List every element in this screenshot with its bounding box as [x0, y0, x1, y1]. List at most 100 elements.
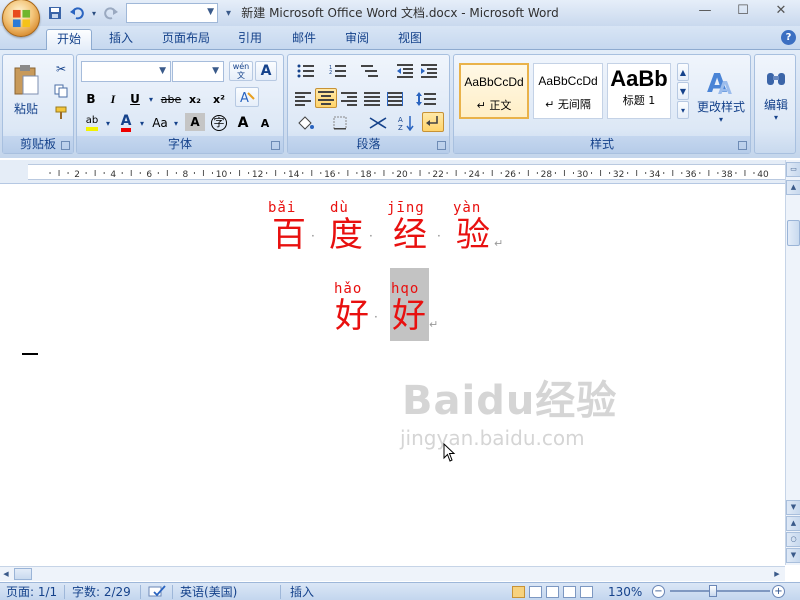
highlight-dropdown-icon[interactable]: ▾ [104, 113, 112, 133]
font-name-combo[interactable]: ▼ [81, 61, 171, 82]
paste-button[interactable]: 粘贴 [7, 59, 45, 121]
shading-button[interactable] [292, 113, 320, 133]
align-left-button[interactable] [292, 89, 314, 109]
tab-mailings[interactable]: 邮件 [282, 29, 326, 50]
tab-view[interactable]: 视图 [388, 29, 432, 50]
subscript-button[interactable]: x₂ [185, 89, 205, 109]
next-page-icon[interactable]: ▼ [786, 548, 800, 563]
sort-button[interactable]: AZ [396, 113, 418, 133]
cut-icon[interactable]: ✂ [51, 59, 71, 79]
style-normal[interactable]: AaBbCcDd ↵ 正文 [459, 63, 529, 119]
tab-page-layout[interactable]: 页面布局 [152, 29, 220, 50]
highlight-button[interactable]: ab [81, 113, 103, 133]
ruler-toggle-icon[interactable]: ▭ [786, 162, 800, 177]
numbering-button[interactable]: 12 [324, 61, 352, 81]
multilevel-list-button[interactable] [356, 61, 384, 81]
line-spacing-button[interactable] [412, 89, 440, 109]
style-no-spacing[interactable]: AaBbCcDd ↵ 无间隔 [533, 63, 603, 119]
zoom-slider-thumb[interactable] [709, 585, 717, 597]
watermark-url: jingyan.baidu.com [400, 426, 585, 450]
styles-more-icon[interactable]: ▾ [677, 101, 689, 119]
horizontal-scrollbar[interactable]: ◀ ▶ [0, 566, 785, 581]
change-case-dropdown-icon[interactable]: ▾ [172, 113, 180, 133]
tab-review[interactable]: 审阅 [335, 29, 379, 50]
underline-dropdown-icon[interactable]: ▾ [147, 89, 155, 109]
web-layout-view-icon[interactable] [546, 586, 559, 598]
decrease-indent-button[interactable] [394, 61, 416, 81]
style-preview: AaBb [610, 66, 668, 91]
proofing-icon[interactable] [148, 584, 166, 600]
help-icon[interactable]: ? [781, 30, 796, 45]
italic-button[interactable]: I [103, 89, 123, 109]
language[interactable]: 英语(美国) [180, 584, 237, 600]
scroll-thumb[interactable] [787, 220, 800, 246]
editing-button[interactable]: 编辑 ▾ [759, 61, 793, 131]
align-right-button[interactable] [338, 89, 360, 109]
font-size-combo[interactable]: ▼ [172, 61, 224, 82]
strikethrough-button[interactable]: abe [159, 89, 183, 109]
increase-indent-button[interactable] [418, 61, 440, 81]
editing-group: 编辑 ▾ [754, 54, 796, 154]
office-button[interactable] [2, 0, 40, 37]
scroll-down-icon[interactable]: ▼ [786, 500, 800, 515]
select-browse-object-icon[interactable]: ○ [786, 532, 800, 547]
print-layout-view-icon[interactable] [512, 586, 525, 598]
scroll-up-icon[interactable]: ▲ [786, 180, 800, 195]
copy-icon[interactable] [51, 81, 71, 101]
text-effect-button[interactable]: A [235, 87, 259, 107]
enclose-characters-button[interactable]: 字 [209, 113, 229, 133]
change-styles-button[interactable]: AA 更改样式 ▾ [694, 61, 748, 131]
horizontal-ruler[interactable]: 2 4 6 8 10 12 14 16 18 20 22 24 26 28 30 32 34 36 38 40 [0, 160, 785, 184]
draft-view-icon[interactable] [580, 586, 593, 598]
hscroll-thumb[interactable] [14, 568, 32, 580]
tab-insert[interactable]: 插入 [99, 29, 143, 50]
underline-button[interactable]: U [125, 89, 145, 109]
outline-view-icon[interactable] [563, 586, 576, 598]
svg-text:Z: Z [398, 124, 403, 131]
shrink-font-button[interactable]: A [255, 113, 275, 133]
character-shading-button[interactable]: A [185, 113, 205, 131]
page-count[interactable]: 页面: 1/1 [6, 584, 57, 600]
minimize-button[interactable]: — [686, 0, 724, 20]
close-button[interactable]: ✕ [762, 0, 800, 20]
insert-mode[interactable]: 插入 [290, 584, 314, 600]
chinese-layout-button[interactable] [364, 113, 392, 133]
styles-scroll-up-icon[interactable]: ▲ [677, 63, 689, 81]
phonetic-guide-button[interactable]: wén 文 [229, 61, 253, 81]
tab-home[interactable]: 开始 [46, 29, 93, 50]
dialog-launcher-icon[interactable] [738, 141, 747, 150]
borders-button[interactable] [326, 113, 354, 133]
grow-font-button[interactable]: A [233, 113, 253, 133]
distributed-button[interactable] [384, 89, 406, 109]
tab-references[interactable]: 引用 [228, 29, 272, 50]
dialog-launcher-icon[interactable] [437, 141, 446, 150]
styles-scroll-down-icon[interactable]: ▼ [677, 82, 689, 100]
zoom-out-button[interactable]: − [652, 585, 665, 598]
zoom-slider-track[interactable] [670, 590, 770, 592]
dialog-launcher-icon[interactable] [271, 141, 280, 150]
dialog-launcher-icon[interactable] [61, 141, 70, 150]
zoom-in-button[interactable]: + [772, 585, 785, 598]
vertical-scrollbar[interactable]: ▭ ▲ ▼ ▲ ○ ▼ [785, 160, 800, 565]
bold-button[interactable]: B [81, 89, 101, 109]
word-count[interactable]: 字数: 2/29 [72, 584, 131, 600]
show-marks-button[interactable] [422, 112, 444, 132]
font-color-button[interactable]: A [115, 113, 137, 133]
clear-format-button[interactable]: A [255, 61, 277, 81]
scroll-right-icon[interactable]: ▶ [771, 568, 783, 580]
maximize-button[interactable]: ☐ [724, 0, 762, 20]
justify-button[interactable] [361, 89, 383, 109]
scroll-left-icon[interactable]: ◀ [0, 568, 12, 580]
superscript-button[interactable]: x² [209, 89, 229, 109]
format-painter-icon[interactable] [51, 103, 71, 123]
prev-page-icon[interactable]: ▲ [786, 516, 800, 531]
change-case-button[interactable]: Aa [149, 113, 171, 133]
document-page[interactable]: bǎi dù jīng yàn 百 · 度 · 经 · 验 ↵ hǎo hqo … [0, 185, 785, 565]
bullets-button[interactable] [292, 61, 320, 81]
style-heading-1[interactable]: AaBb 标题 1 [607, 63, 671, 119]
zoom-level[interactable]: 130% [608, 584, 642, 600]
font-color-dropdown-icon[interactable]: ▾ [138, 113, 146, 133]
full-screen-reading-view-icon[interactable] [529, 586, 542, 598]
align-center-button[interactable] [315, 88, 337, 108]
bullets-icon [297, 64, 314, 78]
